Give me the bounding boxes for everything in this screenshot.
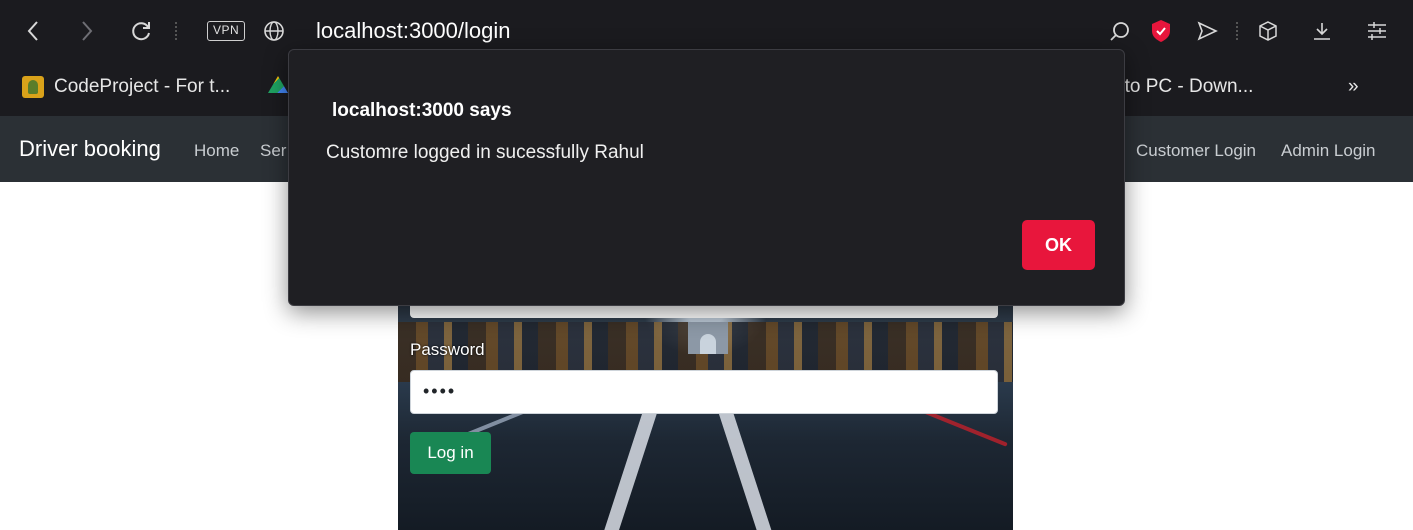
nav-link-services[interactable]: Ser — [260, 141, 286, 161]
bookmark-codeproject[interactable]: CodeProject - For t... — [22, 76, 230, 98]
address-bar[interactable]: localhost:3000/login — [316, 16, 511, 46]
bookmark-label: CodeProject - For t... — [54, 76, 231, 97]
bookmarks-overflow-button[interactable]: » — [1348, 76, 1359, 98]
address-path: :3000/login — [402, 18, 511, 43]
globe-icon[interactable] — [259, 14, 289, 48]
chevron-double-right-icon: » — [1348, 76, 1359, 97]
drive-favicon — [268, 76, 288, 93]
shield-icon[interactable] — [1146, 14, 1176, 48]
nav-link-home[interactable]: Home — [194, 141, 239, 161]
send-icon[interactable] — [1192, 14, 1222, 48]
password-input[interactable]: •••• — [410, 370, 998, 414]
cube-icon[interactable] — [1253, 14, 1283, 48]
reload-icon[interactable] — [126, 14, 156, 48]
settings-icon[interactable] — [1362, 14, 1392, 48]
back-icon[interactable] — [18, 14, 48, 48]
ok-button[interactable]: OK — [1022, 220, 1095, 270]
dialog-title: localhost:3000 says — [332, 100, 512, 121]
forward-icon[interactable] — [72, 14, 102, 48]
bookmark-drive[interactable] — [268, 76, 288, 96]
password-label: Password — [410, 340, 485, 359]
browser-window: VPN localhost:3000/login CodeProject - F… — [0, 0, 1413, 530]
alert-dialog: localhost:3000 says Customre logged in s… — [288, 49, 1125, 306]
codeproject-favicon — [22, 76, 44, 98]
nav-link-admin-login[interactable]: Admin Login — [1281, 141, 1376, 161]
toolbar-separator — [175, 22, 177, 40]
navbar-brand[interactable]: Driver booking — [19, 136, 161, 162]
dialog-message: Customre logged in sucessfully Rahul — [326, 142, 644, 163]
nav-link-customer-login[interactable]: Customer Login — [1136, 141, 1256, 161]
address-host: localhost — [316, 18, 403, 43]
search-icon[interactable] — [1105, 14, 1135, 48]
vpn-badge[interactable]: VPN — [207, 21, 246, 41]
download-icon[interactable] — [1307, 14, 1337, 48]
login-button[interactable]: Log in — [410, 432, 491, 474]
bookmark-label: nto PC - Down... — [1114, 76, 1254, 97]
background-image-arch — [688, 322, 728, 354]
toolbar-separator — [1236, 22, 1238, 40]
bookmark-pc-download[interactable]: nto PC - Down... — [1114, 76, 1253, 98]
